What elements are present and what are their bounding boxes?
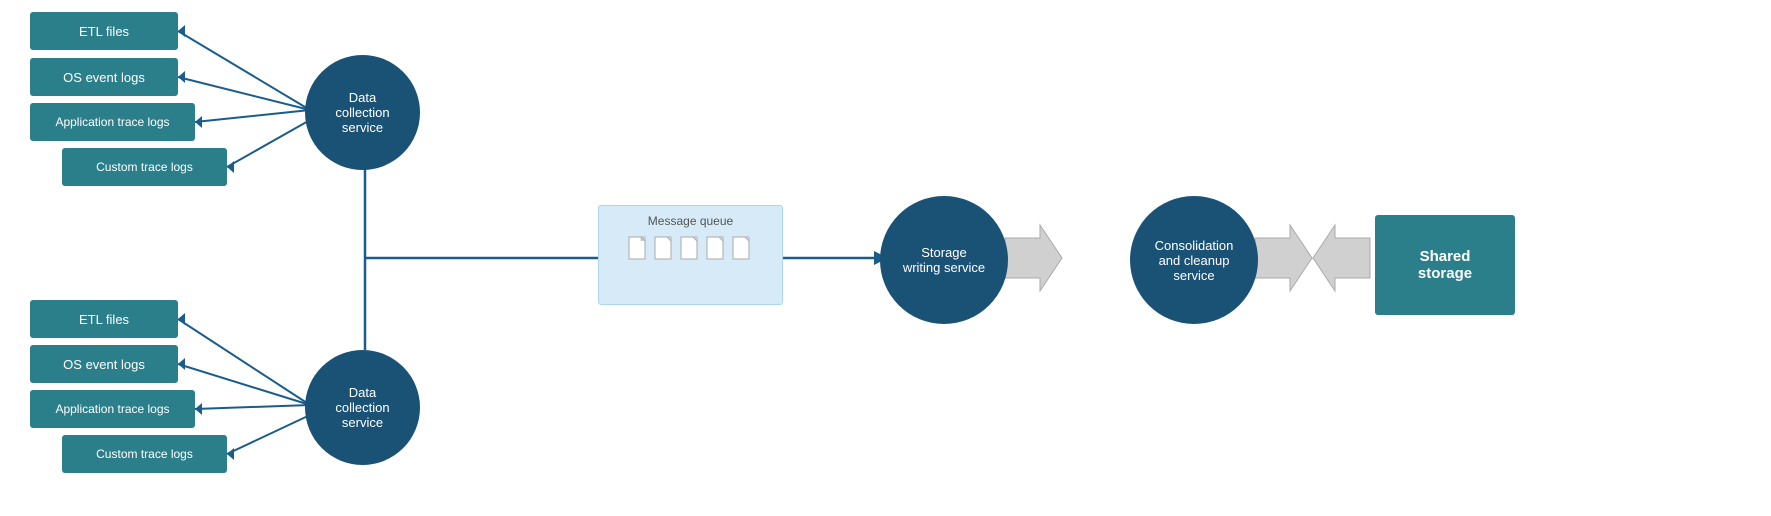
doc-icon-3 xyxy=(680,232,702,262)
doc-icon-5 xyxy=(732,232,754,262)
top-os-box: OS event logs xyxy=(30,58,178,96)
top-etl-box: ETL files xyxy=(30,12,178,50)
bot-os-box: OS event logs xyxy=(30,345,178,383)
top-custom-box: Custom trace logs xyxy=(62,148,227,186)
architecture-diagram: ETL files OS event logs Application trac… xyxy=(0,0,1771,516)
storage-writing-circle: Storage writing service xyxy=(880,196,1008,324)
top-app-box: Application trace logs xyxy=(30,103,195,141)
doc-icon-1 xyxy=(628,232,650,262)
queue-label: Message queue xyxy=(648,214,733,228)
shared-storage-box: Shared storage xyxy=(1375,215,1515,315)
bot-app-box: Application trace logs xyxy=(30,390,195,428)
top-data-collection-circle: Data collection service xyxy=(305,55,420,170)
bot-data-collection-circle: Data collection service xyxy=(305,350,420,465)
queue-icons xyxy=(628,232,754,262)
message-queue-box: Message queue xyxy=(598,205,783,305)
bot-etl-box: ETL files xyxy=(30,300,178,338)
doc-icon-2 xyxy=(654,232,676,262)
consolidation-circle: Consolidation and cleanup service xyxy=(1130,196,1258,324)
bot-custom-box: Custom trace logs xyxy=(62,435,227,473)
doc-icon-4 xyxy=(706,232,728,262)
